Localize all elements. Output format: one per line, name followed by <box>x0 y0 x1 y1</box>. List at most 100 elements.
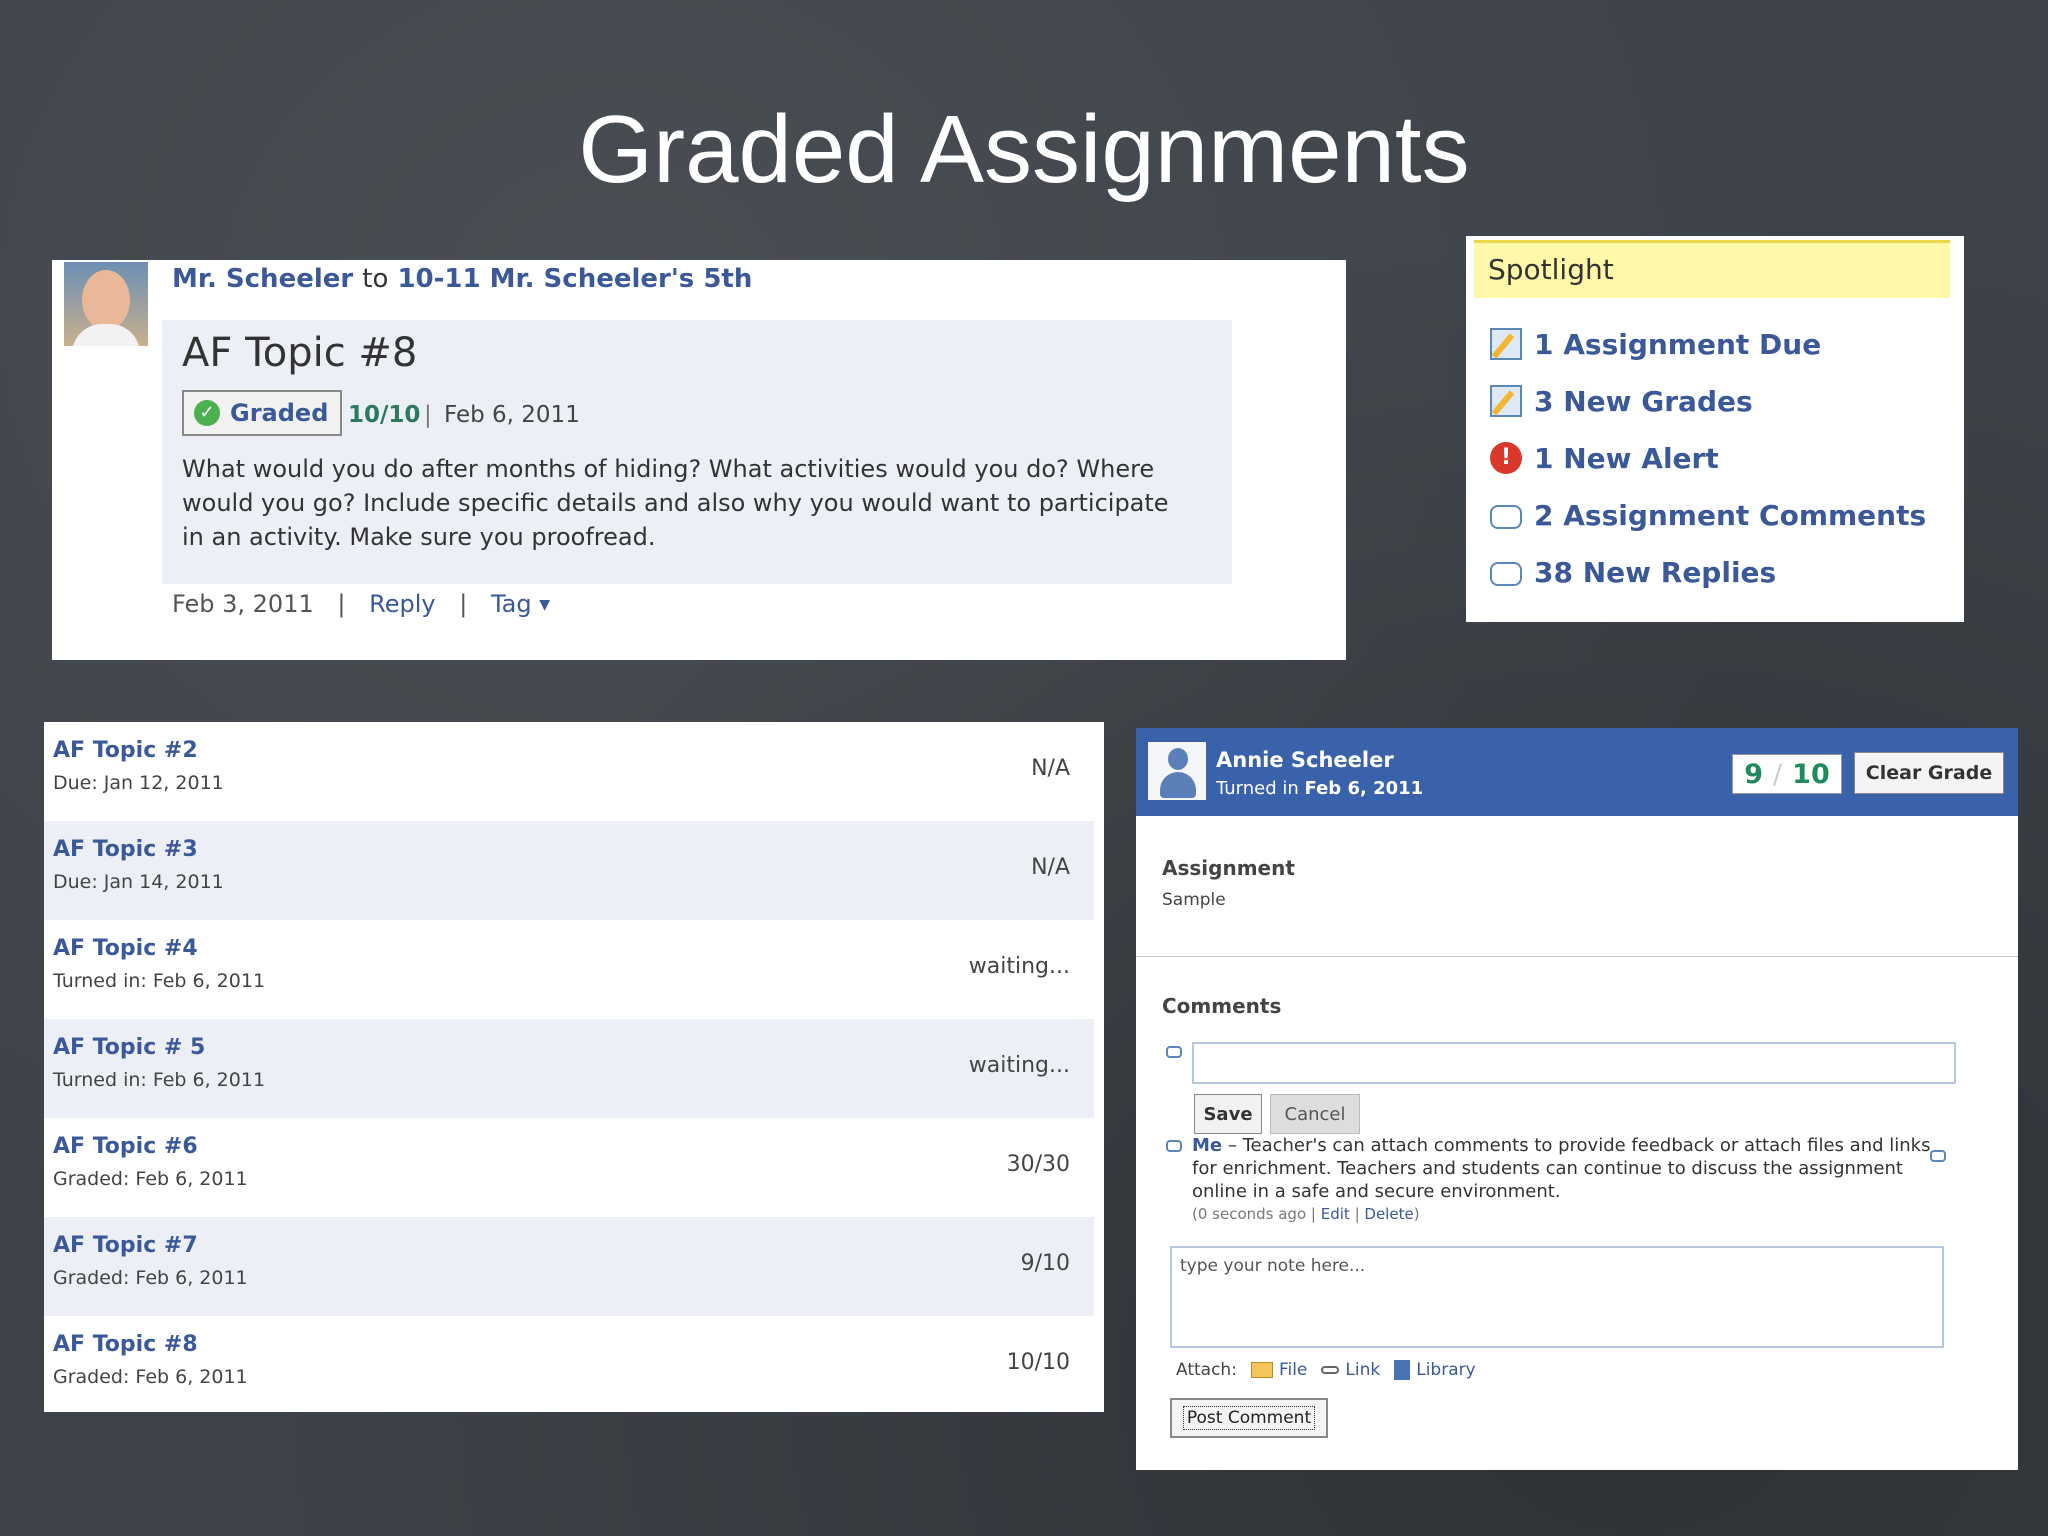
link-icon <box>1321 1366 1340 1374</box>
assignment-row[interactable]: AF Topic #3 Due: Jan 14, 2011 N/A <box>44 821 1094 920</box>
assignment-row-title[interactable]: AF Topic #7 <box>53 1233 198 1258</box>
spotlight-item-assignment-comments[interactable]: 2 Assignment Comments <box>1490 495 1926 535</box>
assignment-row-date: Due: Jan 14, 2011 <box>53 871 224 893</box>
spotlight-item-label: 38 New Replies <box>1534 555 1777 589</box>
assignment-row-title[interactable]: AF Topic # 5 <box>53 1035 205 1060</box>
tag-label: Tag <box>490 590 532 618</box>
assignment-row-date: Due: Jan 12, 2011 <box>53 772 224 794</box>
graded-badge[interactable]: ✓ Graded <box>182 390 343 436</box>
assignment-row-status: 10/10 <box>1006 1350 1070 1375</box>
meta-close: ) <box>1413 1205 1420 1223</box>
grading-header: Annie Scheeler Turned in Feb 6, 2011 9 /… <box>1136 728 2018 816</box>
tag-link[interactable]: Tag ▼ <box>491 590 550 618</box>
assignment-row[interactable]: AF Topic #8 Graded: Feb 6, 2011 10/10 <box>44 1316 1094 1415</box>
turned-in-date: Feb 6, 2011 <box>1304 778 1424 799</box>
attach-row: Attach: File Link Library <box>1176 1360 1476 1380</box>
edit-link[interactable]: Edit <box>1321 1205 1350 1223</box>
assignment-row-title[interactable]: AF Topic #3 <box>53 837 198 862</box>
comment-icon <box>1490 562 1522 586</box>
spotlight-item-label: 1 New Alert <box>1534 441 1719 475</box>
clear-grade-button[interactable]: Clear Grade <box>1854 752 2004 794</box>
post-to-text: to <box>362 264 389 294</box>
assignment-row-title[interactable]: AF Topic #8 <box>53 1332 198 1357</box>
graded-date: Feb 6, 2011 <box>444 402 580 428</box>
assignment-attachment-name: Sample <box>1162 890 1226 910</box>
spotlight-item-label: 2 Assignment Comments <box>1534 498 1927 532</box>
post-panel: Mr. Scheeler to 10-11 Mr. Scheeler's 5th… <box>52 260 1346 660</box>
comment-icon <box>1490 505 1522 529</box>
attach-library-label: Library <box>1416 1360 1476 1380</box>
assignment-row-title[interactable]: AF Topic #6 <box>53 1134 198 1159</box>
delete-link[interactable]: Delete <box>1364 1205 1413 1223</box>
assignment-section-label: Assignment <box>1162 856 1295 880</box>
note-textarea[interactable] <box>1170 1246 1944 1348</box>
post-author-link[interactable]: Mr. Scheeler <box>172 264 353 294</box>
comment-edit-input[interactable] <box>1192 1042 1956 1084</box>
comment-icon <box>1166 1140 1182 1152</box>
assignment-row[interactable]: AF Topic #4 Turned in: Feb 6, 2011 waiti… <box>44 920 1094 1019</box>
divider <box>1136 956 2018 957</box>
grading-panel: Annie Scheeler Turned in Feb 6, 2011 9 /… <box>1136 728 2018 1470</box>
spotlight-item-label: 1 Assignment Due <box>1534 327 1822 361</box>
pencil-icon <box>1490 328 1522 360</box>
attach-file-button[interactable]: File <box>1250 1360 1307 1380</box>
assignment-card: AF Topic #8 ✓ Graded 10/10 | Feb 6, 2011… <box>162 320 1232 584</box>
grade-max: 10 <box>1792 758 1830 790</box>
comment-meta: (0 seconds ago | Edit | Delete) <box>1192 1203 1932 1226</box>
attach-link-label: Link <box>1345 1360 1381 1380</box>
comment-item: Me – Teacher's can attach comments to pr… <box>1192 1134 1932 1226</box>
alert-icon: ! <box>1490 442 1522 474</box>
assignment-row-date: Graded: Feb 6, 2011 <box>53 1168 248 1190</box>
attach-library-button[interactable]: Library <box>1394 1360 1476 1380</box>
comment-icon <box>1166 1046 1182 1058</box>
save-button[interactable]: Save <box>1194 1094 1262 1134</box>
spotlight-item-new-replies[interactable]: 38 New Replies <box>1490 552 1776 592</box>
assignment-row-status: N/A <box>1031 756 1070 781</box>
student-avatar[interactable] <box>1148 742 1206 800</box>
spotlight-header: Spotlight <box>1474 240 1950 298</box>
reply-link[interactable]: Reply <box>369 590 435 618</box>
book-icon <box>1394 1360 1411 1380</box>
comments-section-label: Comments <box>1162 994 1282 1018</box>
spotlight-item-assignment-due[interactable]: 1 Assignment Due <box>1490 324 1821 364</box>
assignment-row-date: Turned in: Feb 6, 2011 <box>53 1069 266 1091</box>
assignment-row[interactable]: AF Topic #2 Due: Jan 12, 2011 N/A <box>44 722 1094 821</box>
cancel-button[interactable]: Cancel <box>1270 1094 1360 1134</box>
footer-separator: | <box>337 590 346 618</box>
footer-separator: | <box>459 590 468 618</box>
spotlight-item-new-grades[interactable]: 3 New Grades <box>1490 381 1753 421</box>
assignment-row[interactable]: AF Topic #6 Graded: Feb 6, 2011 30/30 <box>44 1118 1094 1217</box>
post-footer: Feb 3, 2011 | Reply | Tag ▼ <box>172 590 550 618</box>
turned-in-info: Turned in Feb 6, 2011 <box>1216 778 1423 799</box>
assignment-list: AF Topic #2 Due: Jan 12, 2011 N/A AF Top… <box>44 722 1104 1412</box>
assignment-row-date: Turned in: Feb 6, 2011 <box>53 970 266 992</box>
author-avatar[interactable] <box>64 262 148 346</box>
folder-icon <box>1250 1362 1273 1378</box>
assignment-row[interactable]: AF Topic #7 Graded: Feb 6, 2011 9/10 <box>44 1217 1094 1316</box>
check-icon: ✓ <box>194 400 220 426</box>
student-name[interactable]: Annie Scheeler <box>1216 748 1394 772</box>
assignment-title[interactable]: AF Topic #8 <box>182 330 417 376</box>
graded-badge-label: Graded <box>230 399 329 427</box>
attach-label: Attach: <box>1176 1360 1237 1380</box>
attach-link-button[interactable]: Link <box>1321 1360 1380 1380</box>
assignment-row-date: Graded: Feb 6, 2011 <box>53 1366 248 1388</box>
post-group-link[interactable]: 10-11 Mr. Scheeler's 5th <box>397 264 752 294</box>
grade-input[interactable]: 9 / 10 <box>1732 754 1842 794</box>
grade-slash: / <box>1773 758 1783 790</box>
post-header: Mr. Scheeler to 10-11 Mr. Scheeler's 5th <box>172 264 752 294</box>
assignment-row-title[interactable]: AF Topic #4 <box>53 936 198 961</box>
comment-author-link[interactable]: Me <box>1192 1135 1222 1156</box>
assignment-row[interactable]: AF Topic # 5 Turned in: Feb 6, 2011 wait… <box>44 1019 1094 1118</box>
spotlight-item-new-alert[interactable]: ! 1 New Alert <box>1490 438 1719 478</box>
score-separator: | <box>424 402 432 428</box>
comment-icon[interactable] <box>1930 1150 1946 1162</box>
comment-text: – Teacher's can attach comments to provi… <box>1192 1135 1931 1202</box>
assignment-row-status: 9/10 <box>1020 1251 1070 1276</box>
comment-timestamp: (0 seconds ago | <box>1192 1205 1321 1223</box>
post-comment-label: Post Comment <box>1182 1406 1316 1430</box>
spotlight-item-label: 3 New Grades <box>1534 384 1753 418</box>
post-comment-button[interactable]: Post Comment <box>1170 1398 1328 1438</box>
assignment-row-title[interactable]: AF Topic #2 <box>53 738 198 763</box>
assignment-row-date: Graded: Feb 6, 2011 <box>53 1267 248 1289</box>
